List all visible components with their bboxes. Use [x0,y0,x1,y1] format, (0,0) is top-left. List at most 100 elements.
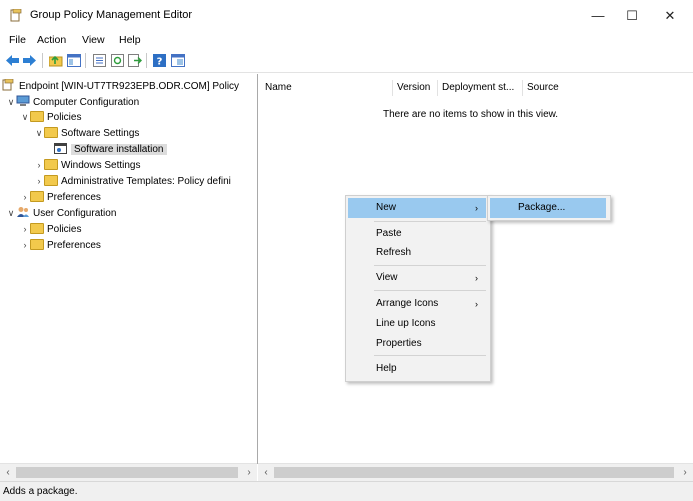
scroll-thumb[interactable] [274,467,674,478]
chevron-right-icon[interactable]: › [20,238,30,253]
tree-label: Administrative Templates: Policy defini [61,176,231,187]
menu-bar: File Action View Help [0,31,693,49]
help-icon[interactable]: ? [152,53,167,68]
forward-icon[interactable] [22,53,37,68]
tree-item-administrative-templates[interactable]: › Administrative Templates: Policy defini [34,174,231,189]
context-menu-item-arrange-icons[interactable]: Arrange Icons › [348,294,486,314]
menu-separator [374,221,486,222]
software-installation-icon [54,142,68,155]
menu-separator [374,265,486,266]
tree-pane[interactable]: Endpoint [WIN-UT7TR923EPB.ODR.COM] Polic… [0,74,258,464]
menu-action[interactable]: Action [37,34,66,46]
submenu-item-package[interactable]: Package... [490,198,606,218]
up-folder-icon[interactable] [48,53,63,68]
list-horizontal-scrollbar[interactable]: ‹ › [258,463,693,481]
context-menu-item-line-up-icons[interactable]: Line up Icons [348,314,486,334]
tree-label: Preferences [47,240,101,251]
empty-list-message: There are no items to show in this view. [383,109,559,120]
menu-item-label: Help [376,363,397,374]
column-header-version[interactable]: Version [393,80,438,96]
tree-item-computer-configuration[interactable]: ∨ Computer Configuration [6,95,139,110]
gpo-editor-icon [10,9,22,22]
toolbar-separator [85,53,86,68]
status-bar: Adds a package. [0,481,693,501]
toolbar-separator [146,53,147,68]
tree-label: Computer Configuration [33,97,140,108]
show-hide-tree-icon[interactable] [66,53,81,68]
tree-label: User Configuration [33,208,117,219]
tree-label: Preferences [47,192,101,203]
tree-item-user-configuration[interactable]: ∨ User Configuration [6,206,116,221]
title-bar: Group Policy Management Editor — ☐ ✕ [0,0,693,30]
scroll-thumb[interactable] [16,467,238,478]
chevron-right-icon[interactable]: › [20,222,30,237]
window-title: Group Policy Management Editor [30,9,193,21]
folder-icon [30,222,44,234]
tree-label: Software installation [71,144,167,155]
tree-item-user-preferences[interactable]: › Preferences [20,238,101,253]
context-menu-item-properties[interactable]: Properties [348,334,486,354]
folder-icon [44,174,58,186]
context-menu: New › Paste Refresh View › Arrange Icons… [345,195,491,382]
export-list-icon[interactable] [127,53,142,68]
tree-horizontal-scrollbar[interactable]: ‹ › [0,463,257,481]
column-header-name[interactable]: Name [261,80,393,96]
chevron-right-icon[interactable]: › [34,174,44,189]
submenu-arrow-icon: › [475,299,478,309]
menu-item-label: Package... [518,202,566,213]
chevron-down-icon[interactable]: ∨ [34,126,44,141]
policy-document-icon [2,79,16,91]
folder-icon [44,126,58,138]
menu-item-label: View [376,272,398,283]
tree-item-preferences[interactable]: › Preferences [20,190,101,205]
chevron-down-icon[interactable]: ∨ [6,206,16,221]
scroll-right-icon[interactable]: › [242,464,256,481]
folder-icon [30,238,44,250]
tree-item-policies[interactable]: ∨ Policies [20,110,81,125]
back-icon[interactable] [5,53,20,68]
tree-label: Software Settings [61,128,140,139]
toolbar: ? [0,49,693,73]
maximize-button[interactable]: ☐ [612,5,652,27]
tree-label: Policies [47,224,82,235]
chevron-right-icon[interactable]: › [34,158,44,173]
scroll-right-icon[interactable]: › [678,464,692,481]
scroll-left-icon[interactable]: ‹ [259,464,273,481]
menu-item-label: Arrange Icons [376,298,439,309]
menu-separator [374,355,486,356]
column-header-source[interactable]: Source [523,80,583,96]
menu-item-label: Refresh [376,247,412,258]
menu-item-label: Line up Icons [376,318,436,329]
column-header-deployment-state[interactable]: Deployment st... [438,80,523,96]
close-button[interactable]: ✕ [650,5,690,27]
list-icon[interactable] [92,53,107,68]
tree-item-user-policies[interactable]: › Policies [20,222,81,237]
context-menu-item-refresh[interactable]: Refresh [348,243,486,263]
tree-item-root[interactable]: Endpoint [WIN-UT7TR923EPB.ODR.COM] Polic… [2,79,239,94]
menu-separator [374,290,486,291]
menu-view[interactable]: View [82,34,105,46]
user-icon [16,206,30,218]
tree-item-software-installation[interactable]: Software installation [54,142,167,157]
context-menu-item-help[interactable]: Help [348,359,486,379]
menu-item-label: Paste [376,228,402,239]
tree-item-software-settings[interactable]: ∨ Software Settings [34,126,139,141]
tree-item-windows-settings[interactable]: › Windows Settings [34,158,140,173]
chevron-down-icon[interactable]: ∨ [6,95,16,110]
refresh-icon[interactable] [110,53,125,68]
menu-help[interactable]: Help [119,34,141,46]
context-menu-item-paste[interactable]: Paste [348,224,486,244]
console-view-icon[interactable] [170,53,185,68]
svg-text:?: ? [157,57,163,68]
submenu-arrow-icon: › [475,203,478,213]
menu-file[interactable]: File [9,34,26,46]
chevron-right-icon[interactable]: › [20,190,30,205]
toolbar-separator [42,53,43,68]
status-text: Adds a package. [3,486,78,497]
context-menu-item-view[interactable]: View › [348,268,486,288]
folder-icon [44,158,58,170]
chevron-down-icon[interactable]: ∨ [20,110,30,125]
scroll-left-icon[interactable]: ‹ [1,464,15,481]
context-menu-item-new[interactable]: New › [348,198,486,218]
menu-item-label: New [376,202,397,213]
